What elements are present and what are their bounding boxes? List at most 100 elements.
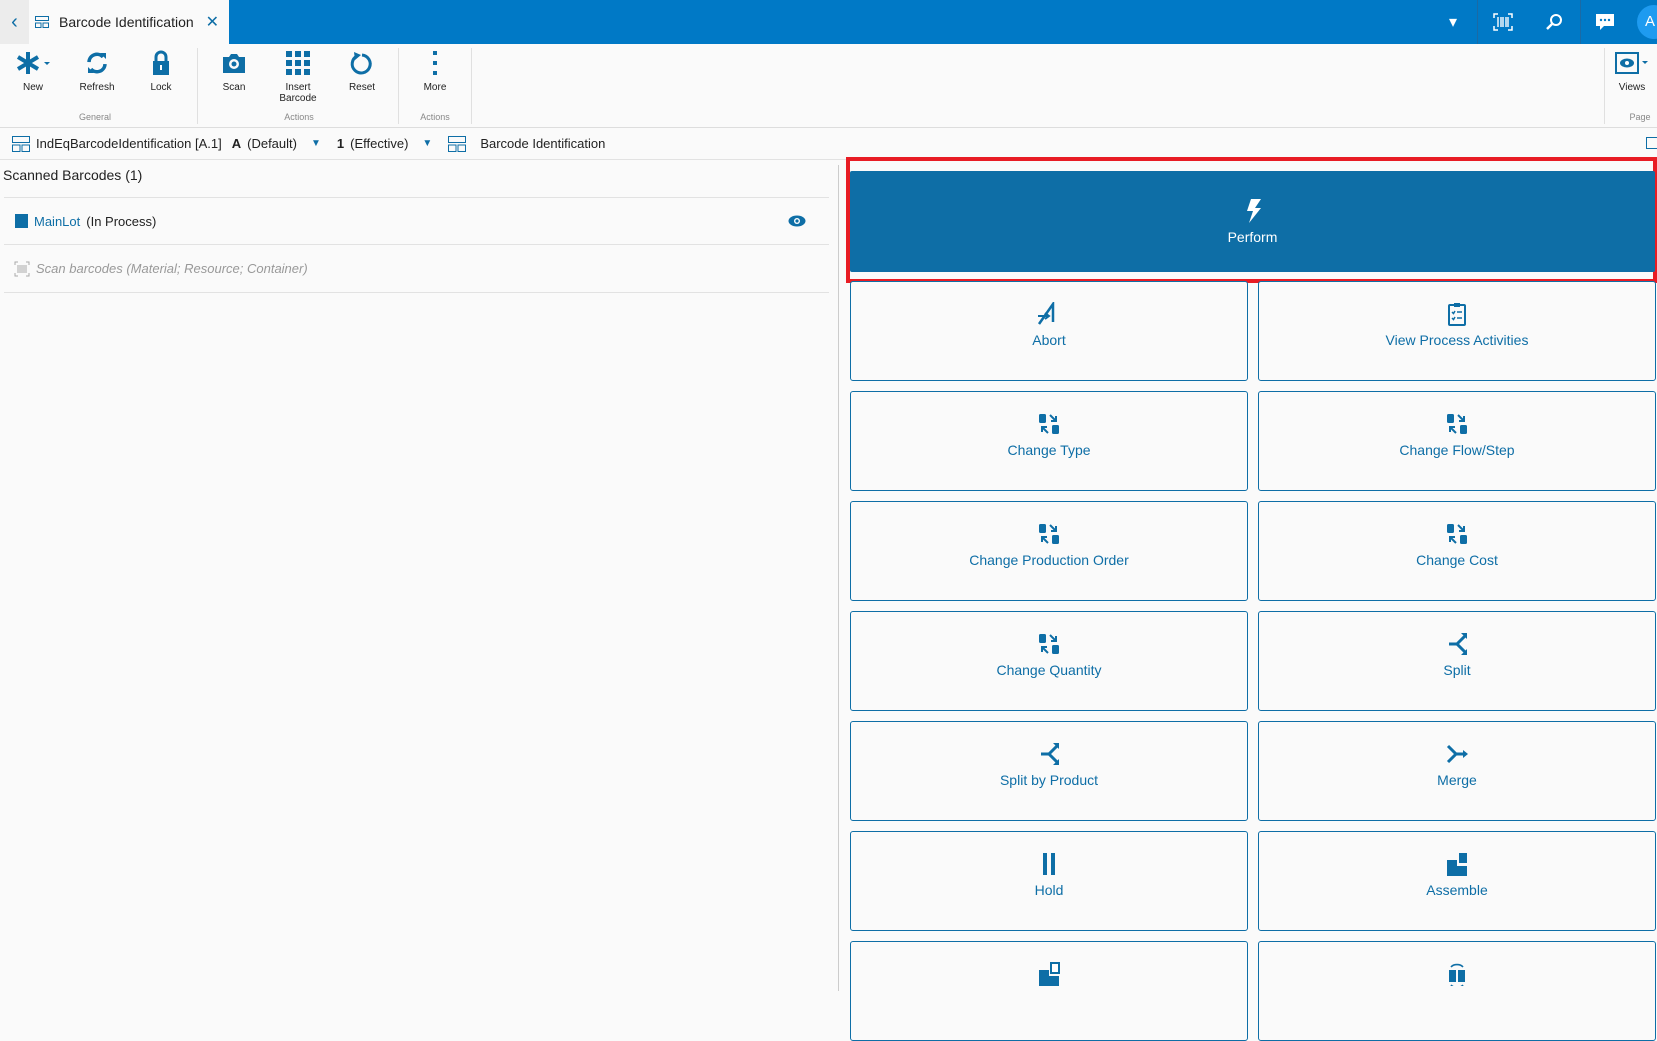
item-name-link[interactable]: MainLot	[34, 214, 80, 229]
breadcrumb-title: Barcode Identification	[480, 136, 606, 151]
new-label: New	[22, 82, 43, 93]
barcode-scan-icon[interactable]	[1478, 0, 1528, 44]
insert-barcode-button[interactable]: Insert Barcode	[268, 50, 328, 104]
action-label: Split by Product	[999, 772, 1099, 788]
action-label: Change Cost	[1416, 552, 1498, 568]
panel-header: Scanned Barcodes (1)	[3, 167, 143, 183]
action-button-assemble[interactable]: Assemble	[1258, 831, 1656, 931]
reset-label: Reset	[348, 82, 376, 93]
action-button-item-13[interactable]	[1258, 941, 1656, 1041]
asterisk-icon	[16, 52, 50, 74]
action-label: Change Flow/Step	[1399, 442, 1515, 458]
abort-icon	[1037, 302, 1055, 325]
scan-label: Scan	[222, 82, 246, 93]
insert-barcode-label-1: Insert	[285, 82, 311, 93]
split-icon	[1041, 743, 1059, 765]
action-button-item-12[interactable]	[850, 941, 1248, 1041]
panel-splitter[interactable]	[838, 165, 839, 991]
action-button-change-cost[interactable]: Change Cost	[1258, 501, 1656, 601]
change-icon	[1039, 634, 1059, 654]
scan-placeholder: Scan barcodes (Material; Resource; Conta…	[36, 261, 308, 276]
assemble-icon	[1447, 853, 1467, 876]
item-status: (In Process)	[86, 213, 157, 229]
group-page-label: Page	[1629, 112, 1651, 122]
action-button-split-by-product[interactable]: Split by Product	[850, 721, 1248, 821]
change-icon	[1039, 414, 1059, 434]
scanned-barcodes-panel: Scanned Barcodes (1) MainLot (In Process…	[0, 160, 829, 293]
page-layout-icon	[448, 135, 467, 152]
group-general-label: General	[78, 112, 112, 122]
refresh-icon	[87, 52, 107, 74]
change-icon	[1447, 414, 1467, 434]
action-label: View Process Activities	[1385, 332, 1529, 348]
list-item[interactable]: MainLot (In Process)	[0, 198, 829, 244]
action-label: Change Quantity	[996, 662, 1102, 678]
action-label: Hold	[1034, 882, 1064, 898]
action-label: Assemble	[1426, 882, 1488, 898]
tab-title: Barcode Identification	[59, 14, 194, 30]
lightning-icon	[1246, 198, 1261, 223]
divider	[197, 48, 198, 124]
close-tab-icon[interactable]: ✕	[206, 12, 219, 32]
action-label: Abort	[1032, 332, 1066, 348]
refresh-button[interactable]: Refresh	[67, 50, 127, 93]
perform-label: Perform	[1227, 228, 1278, 245]
action-label: Change Production Order	[969, 552, 1129, 568]
tab-barcode-identification[interactable]: Barcode Identification ✕	[29, 0, 229, 44]
version-dropdown-icon[interactable]: ▼	[422, 138, 432, 149]
more-label: More	[423, 82, 447, 93]
change-icon	[1039, 524, 1059, 544]
action-button-change-type[interactable]: Change Type	[850, 391, 1248, 491]
reset-button[interactable]: Reset	[332, 50, 392, 93]
revision-dropdown-icon[interactable]: ▼	[311, 138, 321, 149]
action-label: Split	[1443, 662, 1471, 678]
action-button-change-flow-step[interactable]: Change Flow/Step	[1258, 391, 1656, 491]
more-vertical-icon	[433, 51, 437, 75]
action-button-merge[interactable]: Merge	[1258, 721, 1656, 821]
page-layout-icon	[12, 135, 30, 152]
merge-icon	[1446, 744, 1468, 764]
action-button-split[interactable]: Split	[1258, 611, 1656, 711]
tabs-dropdown-icon[interactable]: ▾	[1428, 0, 1478, 44]
checklist-icon	[1448, 303, 1466, 326]
action-label: Merge	[1437, 772, 1477, 788]
page-layout-icon	[35, 16, 49, 28]
disassemble-icon	[1039, 962, 1060, 986]
revision-letter: A	[231, 136, 242, 151]
material-icon	[15, 214, 28, 228]
breadcrumb: IndEqBarcodeIdentification [A.1] A (Defa…	[0, 128, 1657, 160]
collapse-panel-icon[interactable]	[1646, 137, 1657, 149]
divider	[398, 48, 399, 124]
more-button[interactable]: More	[405, 50, 465, 93]
change-icon	[1447, 524, 1467, 544]
version-number: 1	[336, 136, 345, 151]
action-button-change-production-order[interactable]: Change Production Order	[850, 501, 1248, 601]
views-label: Views	[1618, 82, 1646, 93]
chat-icon[interactable]	[1580, 0, 1630, 44]
lock-icon	[153, 50, 169, 75]
lock-button[interactable]: Lock	[131, 50, 191, 93]
reset-icon	[350, 52, 372, 75]
action-button-hold[interactable]: Hold	[850, 831, 1248, 931]
perform-button[interactable]: Perform	[850, 171, 1655, 272]
scan-barcodes-input[interactable]: Scan barcodes (Material; Resource; Conta…	[0, 245, 829, 292]
split-icon	[1449, 633, 1467, 655]
eye-icon[interactable]	[788, 215, 806, 227]
search-icon[interactable]	[1529, 0, 1579, 44]
group-actions-label: Actions	[420, 112, 450, 122]
action-button-view-process-activities[interactable]: View Process Activities	[1258, 281, 1656, 381]
views-button[interactable]: Views	[1607, 50, 1657, 93]
group-actions-label: Actions	[284, 112, 314, 122]
scan-button[interactable]: Scan	[204, 50, 264, 93]
action-button-abort[interactable]: Abort	[850, 281, 1248, 381]
back-button[interactable]: ‹	[0, 0, 29, 44]
refresh-label: Refresh	[79, 82, 115, 93]
grid-icon	[286, 51, 310, 75]
version-label: (Effective)	[350, 136, 409, 151]
action-button-change-quantity[interactable]: Change Quantity	[850, 611, 1248, 711]
insert-barcode-label-2: Barcode	[279, 93, 317, 104]
new-button[interactable]: New	[3, 50, 63, 93]
breadcrumb-page[interactable]: IndEqBarcodeIdentification [A.1]	[36, 136, 222, 151]
eye-icon	[1615, 52, 1648, 74]
top-bar	[0, 0, 1657, 44]
